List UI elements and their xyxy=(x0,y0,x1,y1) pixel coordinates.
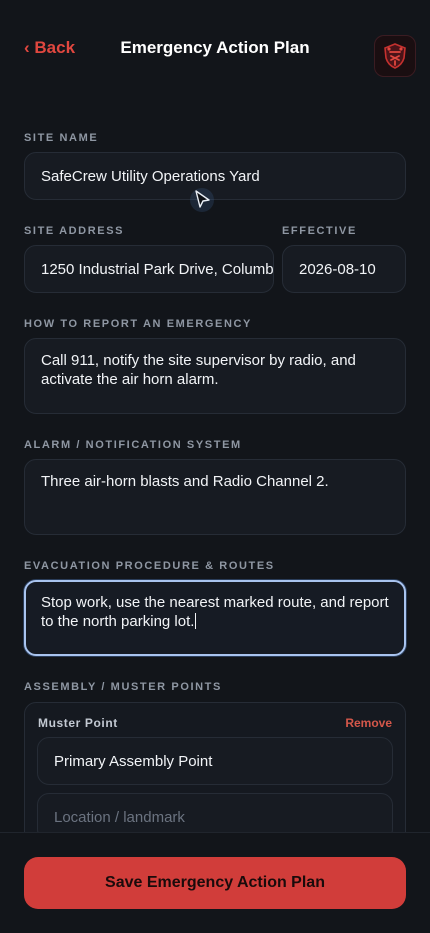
text-caret xyxy=(195,613,197,629)
site-address-input[interactable]: 1250 Industrial Park Drive, Columbus xyxy=(24,245,274,293)
remove-muster-point-button[interactable]: Remove xyxy=(345,716,392,730)
report-label: HOW TO REPORT AN EMERGENCY xyxy=(24,318,252,330)
site-name-label: SITE NAME xyxy=(24,132,99,144)
shield-logo-icon[interactable] xyxy=(374,35,416,77)
save-plan-button[interactable]: Save Emergency Action Plan xyxy=(24,857,406,909)
report-textarea[interactable]: Call 911, notify the site supervisor by … xyxy=(24,338,406,414)
evacuation-text: Stop work, use the nearest marked route,… xyxy=(41,594,389,630)
app-header: ‹ Back Emergency Action Plan xyxy=(0,0,430,96)
alarm-textarea[interactable]: Three air-horn blasts and Radio Channel … xyxy=(24,459,406,535)
alarm-label: ALARM / NOTIFICATION SYSTEM xyxy=(24,439,242,451)
evacuation-label: EVACUATION PROCEDURE & ROUTES xyxy=(24,560,275,572)
assembly-label: ASSEMBLY / MUSTER POINTS xyxy=(24,681,222,693)
page-title: Emergency Action Plan xyxy=(120,38,310,57)
muster-point-title: Muster Point xyxy=(38,716,118,730)
site-name-input[interactable]: SafeCrew Utility Operations Yard xyxy=(24,152,406,200)
muster-point-name-input[interactable]: Primary Assembly Point xyxy=(37,737,393,785)
site-address-label: SITE ADDRESS xyxy=(24,225,125,237)
effective-label: EFFECTIVE xyxy=(282,225,357,237)
footer-bar: Save Emergency Action Plan xyxy=(0,832,430,933)
evacuation-textarea[interactable]: Stop work, use the nearest marked route,… xyxy=(24,580,406,656)
effective-date-input[interactable]: 2026-08-10 xyxy=(282,245,406,293)
